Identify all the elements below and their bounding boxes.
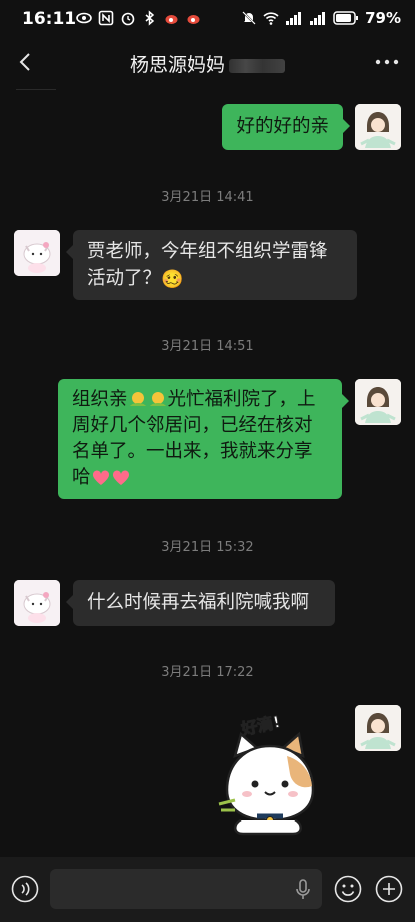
chat-header: 杨思源妈妈 xyxy=(0,38,415,88)
contact-name: 杨思源妈妈 xyxy=(129,54,225,76)
message-text: 组织亲 xyxy=(72,389,128,410)
status-time: 16:11 xyxy=(22,9,77,29)
contact-avatar[interactable] xyxy=(14,230,60,276)
timestamp: 3月21日 14:51 xyxy=(161,339,254,354)
my-avatar[interactable] xyxy=(355,104,401,150)
microphone-icon[interactable] xyxy=(294,879,312,901)
bubble-tail xyxy=(343,119,350,133)
plus-icon[interactable] xyxy=(375,875,403,903)
message-text: 什么时候再去福利院喊我啊 xyxy=(87,592,310,613)
kitty-avatar-icon xyxy=(14,580,60,626)
battery-icon xyxy=(333,11,359,25)
nfc-icon xyxy=(98,10,114,26)
redacted-name-suffix xyxy=(229,58,285,73)
mute-bell-icon xyxy=(242,11,256,25)
chat-title: 杨思源妈妈 xyxy=(0,50,415,77)
battery-percent: 79% xyxy=(365,9,401,27)
timestamp: 3月21日 17:22 xyxy=(161,665,254,680)
kitty-avatar-icon xyxy=(14,230,60,276)
emoji-icon[interactable] xyxy=(334,875,362,903)
hug-emoji-icon xyxy=(149,392,166,406)
bubble-tail xyxy=(342,394,349,408)
message-bubble-incoming[interactable]: 什么时候再去福利院喊我啊 xyxy=(73,580,335,626)
status-bar: 16:11 79% xyxy=(0,0,415,38)
input-bar xyxy=(0,857,415,922)
weibo-icon xyxy=(165,15,178,24)
girl-avatar-icon xyxy=(355,379,401,425)
weibo-icon xyxy=(187,15,200,24)
message-bubble-outgoing[interactable]: 好的好的亲 xyxy=(222,104,343,150)
message-text: 贾老师，今年组不组织学雷锋活动了？ xyxy=(87,241,328,289)
girl-avatar-icon xyxy=(355,104,401,150)
message-text: 好的好的亲 xyxy=(236,116,329,137)
message-input[interactable] xyxy=(50,869,322,909)
contact-avatar[interactable] xyxy=(14,580,60,626)
signal-icon xyxy=(286,12,302,25)
bubble-tail xyxy=(66,245,73,259)
woozy-face-icon: 🥴 xyxy=(161,268,184,290)
hearts-icon xyxy=(92,470,129,485)
message-bubble-outgoing[interactable]: 组织亲 光忙福利院了，上周好几个邻居问，已经在核对名单了。一出来，我就来分享哈 xyxy=(58,379,342,499)
more-dots-icon[interactable] xyxy=(373,52,401,72)
bluetooth-icon xyxy=(145,10,155,26)
girl-avatar-icon xyxy=(355,705,401,751)
my-avatar[interactable] xyxy=(355,705,401,751)
bubble-tail xyxy=(66,595,73,609)
cat-sticker[interactable]: 好滴! xyxy=(205,708,335,838)
header-divider xyxy=(16,89,56,90)
hug-emoji-icon xyxy=(129,392,146,406)
signal-icon xyxy=(310,12,326,25)
wifi-icon xyxy=(263,12,279,25)
my-avatar[interactable] xyxy=(355,379,401,425)
message-bubble-incoming[interactable]: 贾老师，今年组不组织学雷锋活动了？🥴 xyxy=(73,230,357,300)
system-icons: 79% xyxy=(241,9,401,27)
notification-icons xyxy=(76,10,202,26)
alarm-icon xyxy=(121,12,135,26)
timestamp: 3月21日 14:41 xyxy=(161,190,254,205)
eye-icon xyxy=(76,12,92,24)
voice-input-icon[interactable] xyxy=(11,875,39,903)
timestamp: 3月21日 15:32 xyxy=(161,540,254,555)
